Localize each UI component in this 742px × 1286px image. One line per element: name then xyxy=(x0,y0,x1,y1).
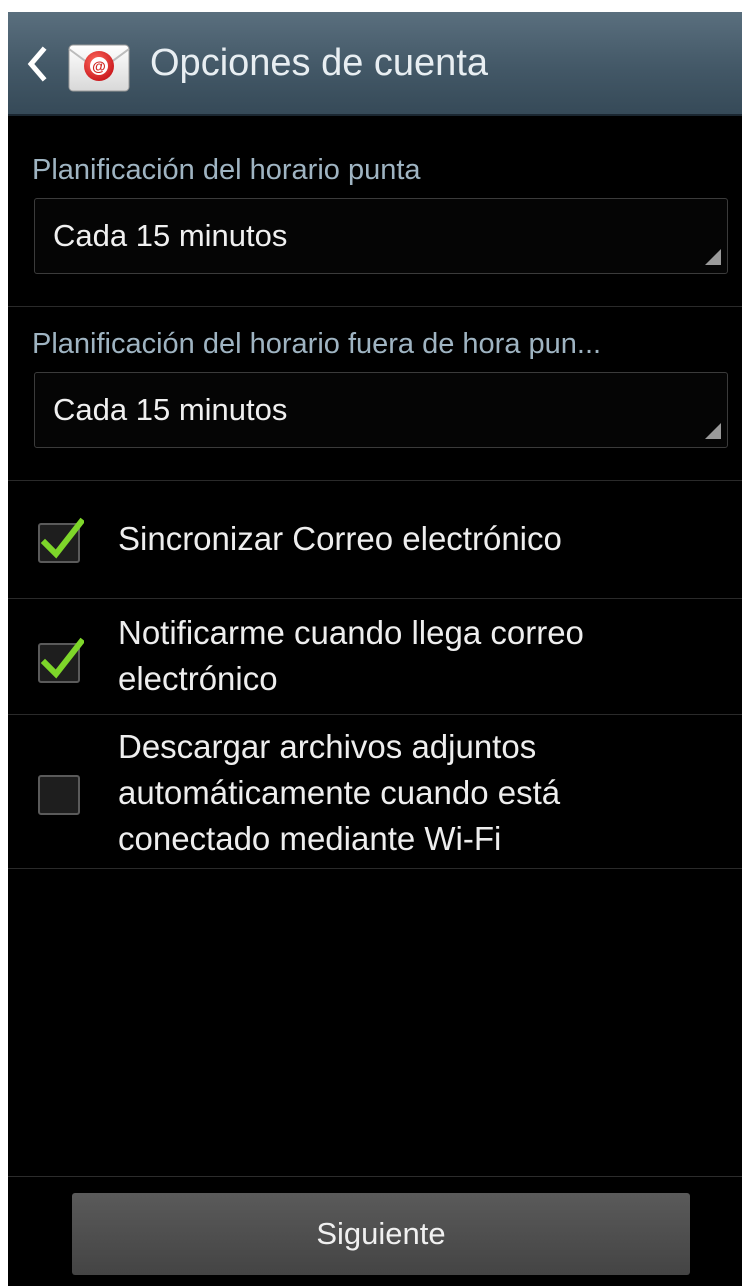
svg-text:@: @ xyxy=(92,58,106,74)
peak-schedule-label: Planificación del horario punta xyxy=(32,154,421,186)
dropdown-corner-icon xyxy=(705,423,721,439)
option-notify-email[interactable]: Notificarme cuando llega correo electrón… xyxy=(8,600,742,714)
dropdown-corner-icon xyxy=(705,249,721,265)
action-bar: @ Opciones de cuenta xyxy=(8,12,742,116)
checkbox-unchecked-icon[interactable] xyxy=(38,768,84,816)
screen: @ Opciones de cuenta Planificación del h… xyxy=(8,12,742,1286)
divider xyxy=(8,868,742,869)
page-title: Opciones de cuenta xyxy=(150,42,489,84)
next-button[interactable]: Siguiente xyxy=(72,1193,690,1275)
peak-schedule-value: Cada 15 minutos xyxy=(53,218,288,253)
checkbox-checked-icon[interactable] xyxy=(38,636,84,684)
option-download-line: conectado mediante Wi-Fi xyxy=(118,820,502,857)
divider xyxy=(8,714,742,715)
chevron-left-icon[interactable] xyxy=(22,44,52,84)
option-download-attachments[interactable]: Descargar archivos adjuntos automáticame… xyxy=(8,716,742,868)
option-download-line: automáticamente cuando está xyxy=(118,774,561,811)
divider xyxy=(8,598,742,599)
divider xyxy=(8,480,742,481)
offpeak-schedule-value: Cada 15 minutos xyxy=(53,392,288,427)
checkbox-checked-icon[interactable] xyxy=(38,516,84,564)
offpeak-schedule-label: Planificación del horario fuera de hora … xyxy=(32,328,602,360)
option-sync-email-label: Sincronizar Correo electrónico xyxy=(118,520,562,557)
offpeak-schedule-dropdown[interactable]: Cada 15 minutos xyxy=(34,372,728,448)
divider xyxy=(8,306,742,307)
peak-schedule-dropdown[interactable]: Cada 15 minutos xyxy=(34,198,728,274)
option-notify-line: Notificarme cuando llega correo xyxy=(118,614,584,651)
option-download-line: Descargar archivos adjuntos xyxy=(118,728,537,765)
option-notify-email-label: Notificarme cuando llega correo electrón… xyxy=(118,610,584,702)
email-at-icon: @ xyxy=(68,44,130,92)
option-notify-line: electrónico xyxy=(118,660,278,697)
option-sync-email[interactable]: Sincronizar Correo electrónico xyxy=(8,482,742,598)
bottom-bar: Siguiente xyxy=(8,1176,742,1286)
option-download-attachments-label: Descargar archivos adjuntos automáticame… xyxy=(118,724,560,862)
